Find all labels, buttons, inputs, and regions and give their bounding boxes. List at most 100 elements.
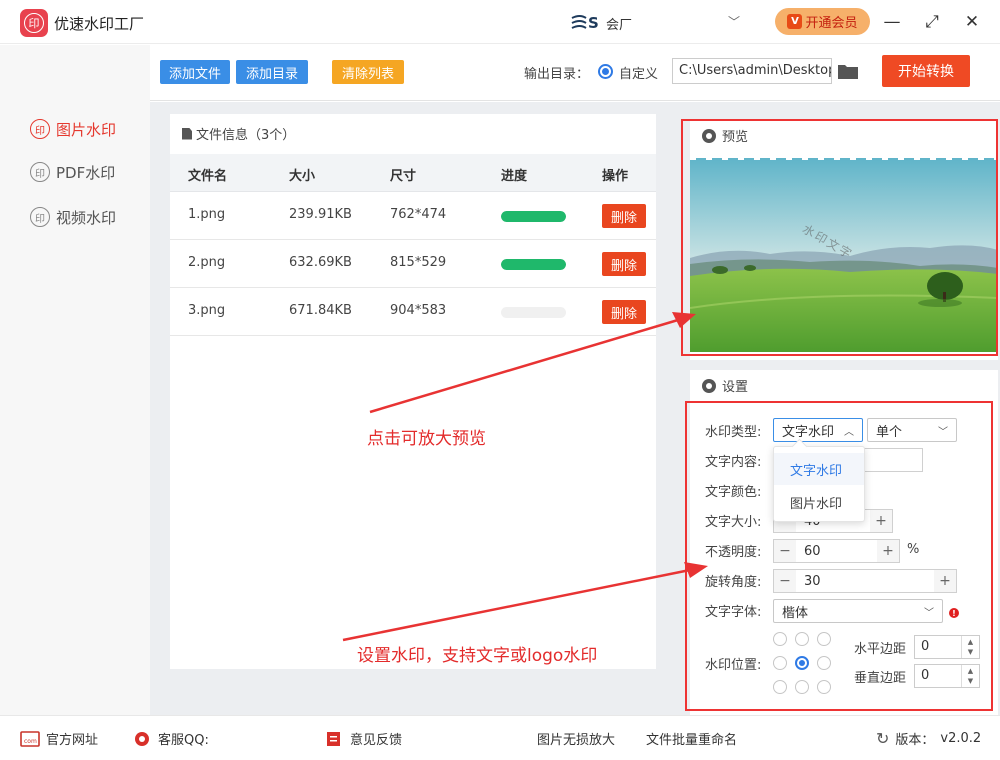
rotation-value[interactable]: 30	[796, 574, 934, 589]
sidebar-item-image-watermark[interactable]: 印 图片水印	[30, 117, 116, 141]
minus-icon[interactable]: −	[774, 570, 796, 592]
sidebar-item-label: PDF水印	[56, 163, 116, 182]
close-icon[interactable]: ✕	[960, 10, 984, 34]
support-qq-link[interactable]: 客服QQ:	[132, 729, 285, 748]
title-bar: 印 优速水印工厂 S 会厂 ﹀ V 开通会员 — ⤢ ✕	[0, 0, 1000, 44]
position-radio[interactable]	[773, 680, 787, 694]
position-radio[interactable]	[817, 656, 831, 670]
sidebar-item-video-watermark[interactable]: 印 视频水印	[30, 205, 116, 229]
plus-icon[interactable]: +	[934, 570, 956, 592]
file-name: 1.png	[188, 207, 226, 222]
clear-list-button[interactable]: 清除列表	[332, 60, 404, 84]
file-info-label: 文件信息（3个）	[196, 128, 296, 143]
vip-label: 开通会员	[805, 16, 858, 31]
opacity-stepper[interactable]: − 60 +	[773, 539, 900, 563]
watermark-type-label: 水印类型:	[705, 425, 762, 440]
text-size-label: 文字大小:	[705, 515, 762, 530]
dropdown-option-text-watermark[interactable]: 文字水印	[774, 453, 864, 485]
progress-bar	[501, 259, 566, 270]
gear-icon	[702, 378, 716, 393]
progress-fill	[501, 259, 566, 270]
version-info[interactable]: ↻ 版本： v2.0.2	[876, 729, 981, 748]
toolbar: 添加文件 添加目录 清除列表 输出目录： 自定义 C:\Users\admin\…	[150, 45, 1000, 101]
table-row[interactable]: 2.png 632.69KB 815*529 删除	[170, 240, 656, 288]
custom-output-radio[interactable]	[598, 64, 613, 79]
file-dimensions: 762*474	[390, 207, 447, 222]
add-directory-button[interactable]: 添加目录	[236, 60, 308, 84]
opacity-value[interactable]: 60	[796, 544, 877, 559]
feedback-link[interactable]: 意见反馈	[324, 729, 402, 748]
position-grid	[773, 632, 833, 694]
file-size: 671.84KB	[289, 303, 352, 318]
watermark-mode-select[interactable]: 单个 ﹀	[867, 418, 957, 442]
position-radio[interactable]	[817, 632, 831, 646]
text-color-label: 文字颜色:	[705, 485, 762, 500]
v-margin-input[interactable]: 0 ▲ ▼	[914, 664, 980, 688]
delete-button[interactable]: 删除	[602, 204, 646, 228]
file-size: 239.91KB	[289, 207, 352, 222]
h-margin-input[interactable]: 0 ▲ ▼	[914, 635, 980, 659]
sidebar-item-label: 图片水印	[56, 120, 117, 139]
progress-fill	[501, 211, 566, 222]
v-margin-value[interactable]: 0	[921, 668, 929, 683]
spin-arrows-icon[interactable]: ▲ ▼	[961, 636, 979, 658]
start-convert-button[interactable]: 开始转换	[882, 55, 970, 87]
delete-button[interactable]: 删除	[602, 252, 646, 276]
opacity-label: 不透明度:	[705, 545, 762, 560]
folder-icon[interactable]	[838, 63, 858, 79]
position-radio-selected[interactable]	[795, 656, 809, 670]
minus-icon[interactable]: −	[774, 540, 796, 562]
output-path-input[interactable]: C:\Users\admin\Desktop	[672, 58, 832, 84]
app-title: 优速水印工厂	[54, 15, 145, 33]
table-row[interactable]: 3.png 671.84KB 904*583 删除	[170, 288, 656, 336]
position-radio[interactable]	[773, 632, 787, 646]
table-row[interactable]: 1.png 239.91KB 762*474 删除	[170, 192, 656, 240]
position-radio[interactable]	[795, 680, 809, 694]
maximize-icon[interactable]: ⤢	[920, 10, 944, 34]
chevron-down-icon: ﹀	[924, 607, 934, 619]
font-select[interactable]: 楷体 ﹀	[773, 599, 943, 623]
vip-button[interactable]: V 开通会员	[775, 8, 870, 35]
minimize-icon[interactable]: —	[880, 10, 904, 34]
plus-icon[interactable]: +	[877, 540, 899, 562]
batch-rename-link[interactable]: 文件批量重命名	[646, 729, 737, 748]
document-icon	[182, 127, 192, 140]
chevron-down-icon[interactable]: ﹀	[728, 13, 740, 30]
delete-button[interactable]: 删除	[602, 300, 646, 324]
h-margin-label: 水平边距	[854, 642, 907, 657]
settings-title: 设置	[702, 376, 748, 395]
dropdown-option-image-watermark[interactable]: 图片水印	[774, 486, 864, 518]
annotation-settings-note: 设置水印，支持文字或logo水印	[357, 646, 598, 666]
file-dimensions: 904*583	[390, 303, 447, 318]
rotation-stepper[interactable]: − 30 +	[773, 569, 957, 593]
footer: com 官方网址 客服QQ: 意见反馈 图片无损放大 文件批量重命名 ↻ 版本：…	[0, 715, 1000, 760]
vip-icon: V	[787, 14, 803, 29]
sidebar-item-pdf-watermark[interactable]: 印 PDF水印	[30, 160, 115, 184]
version-value: v2.0.2	[940, 731, 982, 746]
add-file-button[interactable]: 添加文件	[160, 60, 230, 84]
lossless-enlarge-link[interactable]: 图片无损放大	[537, 729, 615, 748]
user-avatar-icon[interactable]: S	[570, 12, 600, 32]
official-website-link[interactable]: com 官方网址	[20, 729, 98, 748]
position-radio[interactable]	[773, 656, 787, 670]
plus-icon[interactable]: +	[870, 510, 892, 532]
spin-arrows-icon[interactable]: ▲ ▼	[961, 665, 979, 687]
file-info-title: 文件信息（3个）	[182, 124, 295, 143]
stamp-icon: 印	[30, 162, 50, 182]
version-label: 版本：	[895, 733, 935, 748]
column-header-progress: 进度	[501, 169, 528, 184]
user-name[interactable]: 会厂	[606, 14, 632, 33]
refresh-icon: ↻	[876, 729, 890, 748]
table-header: 文件名 大小 尺寸 进度 操作	[170, 154, 656, 192]
website-icon: com	[20, 730, 40, 747]
watermark-type-select[interactable]: 文字水印 ︿	[773, 418, 863, 442]
warning-icon[interactable]: !	[949, 608, 959, 618]
redacted-qq-number	[214, 732, 285, 745]
position-radio[interactable]	[795, 632, 809, 646]
annotation-preview-note: 点击可放大预览	[367, 429, 486, 449]
percent-unit: %	[907, 542, 920, 557]
file-dimensions: 815*529	[390, 255, 447, 270]
position-radio[interactable]	[817, 680, 831, 694]
h-margin-value[interactable]: 0	[921, 639, 929, 654]
column-header-size: 大小	[289, 169, 316, 184]
